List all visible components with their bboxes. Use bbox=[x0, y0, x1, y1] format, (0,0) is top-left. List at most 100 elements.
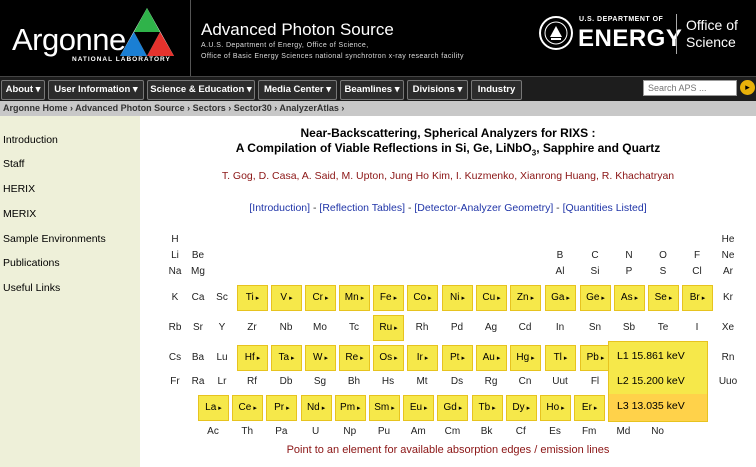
doe-label-big[interactable]: ENERGY bbox=[578, 25, 682, 53]
element-ir[interactable]: Ir bbox=[407, 345, 438, 371]
element-tl[interactable]: Tl bbox=[545, 345, 576, 371]
element-au[interactable]: Au bbox=[476, 345, 507, 371]
link-detector-analyzer-geometry[interactable]: [Detector-Analyzer Geometry] bbox=[414, 202, 553, 214]
element-in: In bbox=[555, 322, 565, 333]
sidebar-item-introduction[interactable]: Introduction bbox=[3, 134, 58, 146]
element-i: I bbox=[695, 322, 699, 333]
link-reflection-tables[interactable]: [Reflection Tables] bbox=[319, 202, 405, 214]
nav-about[interactable]: About ▾ bbox=[1, 80, 45, 100]
element-cu[interactable]: Cu bbox=[476, 285, 507, 311]
popup-item-l1[interactable]: L1 15.861 keV bbox=[617, 350, 685, 362]
element-s: S bbox=[659, 266, 667, 277]
element-ni[interactable]: Ni bbox=[442, 285, 473, 311]
element-kr: Kr bbox=[723, 292, 733, 303]
link-quantities-listed[interactable]: [Quantities Listed] bbox=[563, 202, 647, 214]
nav-user-information[interactable]: User Information ▾ bbox=[48, 80, 144, 100]
doe-label-small: U.S. DEPARTMENT OF bbox=[579, 16, 664, 23]
element-co[interactable]: Co bbox=[407, 285, 438, 311]
element-fe[interactable]: Fe bbox=[373, 285, 404, 311]
element-ce[interactable]: Ce bbox=[232, 395, 264, 421]
sidebar-item-merix[interactable]: MERIX bbox=[3, 208, 36, 220]
search-input[interactable] bbox=[643, 80, 737, 96]
element-hf[interactable]: Hf bbox=[237, 345, 268, 371]
office-of-science-line2[interactable]: Science bbox=[686, 34, 736, 50]
link-introduction[interactable]: [Introduction] bbox=[249, 202, 310, 214]
sidebar-item-sample-environments[interactable]: Sample Environments bbox=[3, 233, 106, 245]
element-bk: Bk bbox=[480, 426, 493, 437]
element-v[interactable]: V bbox=[271, 285, 302, 311]
element-cd: Cd bbox=[518, 322, 532, 333]
element-nb: Nb bbox=[279, 322, 293, 333]
element-dy[interactable]: Dy bbox=[505, 395, 537, 421]
sidebar-item-herix[interactable]: HERIX bbox=[3, 183, 35, 195]
element-pb[interactable]: Pb bbox=[580, 345, 611, 371]
office-of-science-line1[interactable]: Office of bbox=[686, 17, 738, 33]
element-rf: Rf bbox=[247, 376, 257, 387]
nav-industry[interactable]: Industry bbox=[471, 80, 522, 100]
element-pr[interactable]: Pr bbox=[266, 395, 298, 421]
nav-media-center[interactable]: Media Center ▾ bbox=[258, 80, 337, 100]
argonne-logo[interactable]: Argonne bbox=[12, 22, 126, 58]
element-b: B bbox=[556, 250, 564, 261]
element-sg: Sg bbox=[313, 376, 327, 387]
argonne-logo-subtitle: NATIONAL LABORATORY bbox=[72, 56, 171, 63]
search-go-icon[interactable]: ▸ bbox=[740, 80, 755, 95]
element-pt[interactable]: Pt bbox=[442, 345, 473, 371]
element-la[interactable]: La bbox=[198, 395, 229, 421]
element-hg[interactable]: Hg bbox=[510, 345, 541, 371]
element-as[interactable]: As bbox=[614, 285, 645, 311]
element-mt: Mt bbox=[416, 376, 428, 387]
element-hs: Hs bbox=[381, 376, 395, 387]
element-h: H bbox=[171, 234, 179, 245]
element-be: Be bbox=[191, 250, 205, 261]
sidebar-item-publications[interactable]: Publications bbox=[3, 257, 60, 269]
element-eu[interactable]: Eu bbox=[403, 395, 435, 421]
element-ge[interactable]: Ge bbox=[580, 285, 611, 311]
element-nd[interactable]: Nd bbox=[300, 395, 332, 421]
element-sm[interactable]: Sm bbox=[369, 395, 400, 421]
element-ta[interactable]: Ta bbox=[271, 345, 302, 371]
sidebar-item-staff[interactable]: Staff bbox=[3, 158, 24, 170]
element-cn: Cn bbox=[518, 376, 532, 387]
element-rg: Rg bbox=[484, 376, 498, 387]
element-xe: Xe bbox=[721, 322, 735, 333]
element-lu: Lu bbox=[216, 352, 228, 363]
element-os[interactable]: Os bbox=[373, 345, 404, 371]
element-br[interactable]: Br bbox=[682, 285, 713, 311]
element-zn[interactable]: Zn bbox=[510, 285, 541, 311]
popup-item-l2[interactable]: L2 15.200 keV bbox=[617, 375, 685, 387]
element-uuo: Uuo bbox=[718, 376, 738, 387]
element-ho[interactable]: Ho bbox=[540, 395, 571, 421]
element-er[interactable]: Er bbox=[574, 395, 606, 421]
popup-item-l3[interactable]: L3 13.035 keV bbox=[617, 400, 685, 412]
element-mn[interactable]: Mn bbox=[339, 285, 370, 311]
element-tb[interactable]: Tb bbox=[471, 395, 503, 421]
breadcrumb[interactable]: Argonne Home › Advanced Photon Source › … bbox=[0, 101, 756, 116]
element-uut: Uut bbox=[552, 376, 568, 387]
element-pm[interactable]: Pm bbox=[334, 395, 366, 421]
site-title[interactable]: Advanced Photon Source bbox=[201, 20, 394, 40]
section-links: [Introduction] - [Reflection Tables] - [… bbox=[140, 202, 756, 214]
element-no: No bbox=[651, 426, 664, 437]
element-ga[interactable]: Ga bbox=[545, 285, 576, 311]
element-md: Md bbox=[616, 426, 631, 437]
element-gd[interactable]: Gd bbox=[437, 395, 469, 421]
element-re[interactable]: Re bbox=[339, 345, 370, 371]
sidebar-item-useful-links[interactable]: Useful Links bbox=[3, 282, 60, 294]
element-cr[interactable]: Cr bbox=[305, 285, 336, 311]
nav-science-education[interactable]: Science & Education ▾ bbox=[147, 80, 255, 100]
nav-divisions[interactable]: Divisions ▾ bbox=[407, 80, 468, 100]
element-ac: Ac bbox=[207, 426, 219, 437]
element-ne: Ne bbox=[721, 250, 735, 261]
element-fl: Fl bbox=[590, 376, 600, 387]
element-mg: Mg bbox=[191, 266, 205, 277]
element-ru[interactable]: Ru bbox=[373, 315, 404, 341]
doe-seal-icon[interactable] bbox=[539, 16, 573, 50]
element-cf: Cf bbox=[515, 426, 526, 437]
element-c: C bbox=[591, 250, 599, 261]
element-ti[interactable]: Ti bbox=[237, 285, 268, 311]
element-w[interactable]: W bbox=[305, 345, 336, 371]
element-tc: Tc bbox=[349, 322, 359, 333]
nav-beamlines[interactable]: Beamlines ▾ bbox=[340, 80, 404, 100]
element-se[interactable]: Se bbox=[648, 285, 679, 311]
